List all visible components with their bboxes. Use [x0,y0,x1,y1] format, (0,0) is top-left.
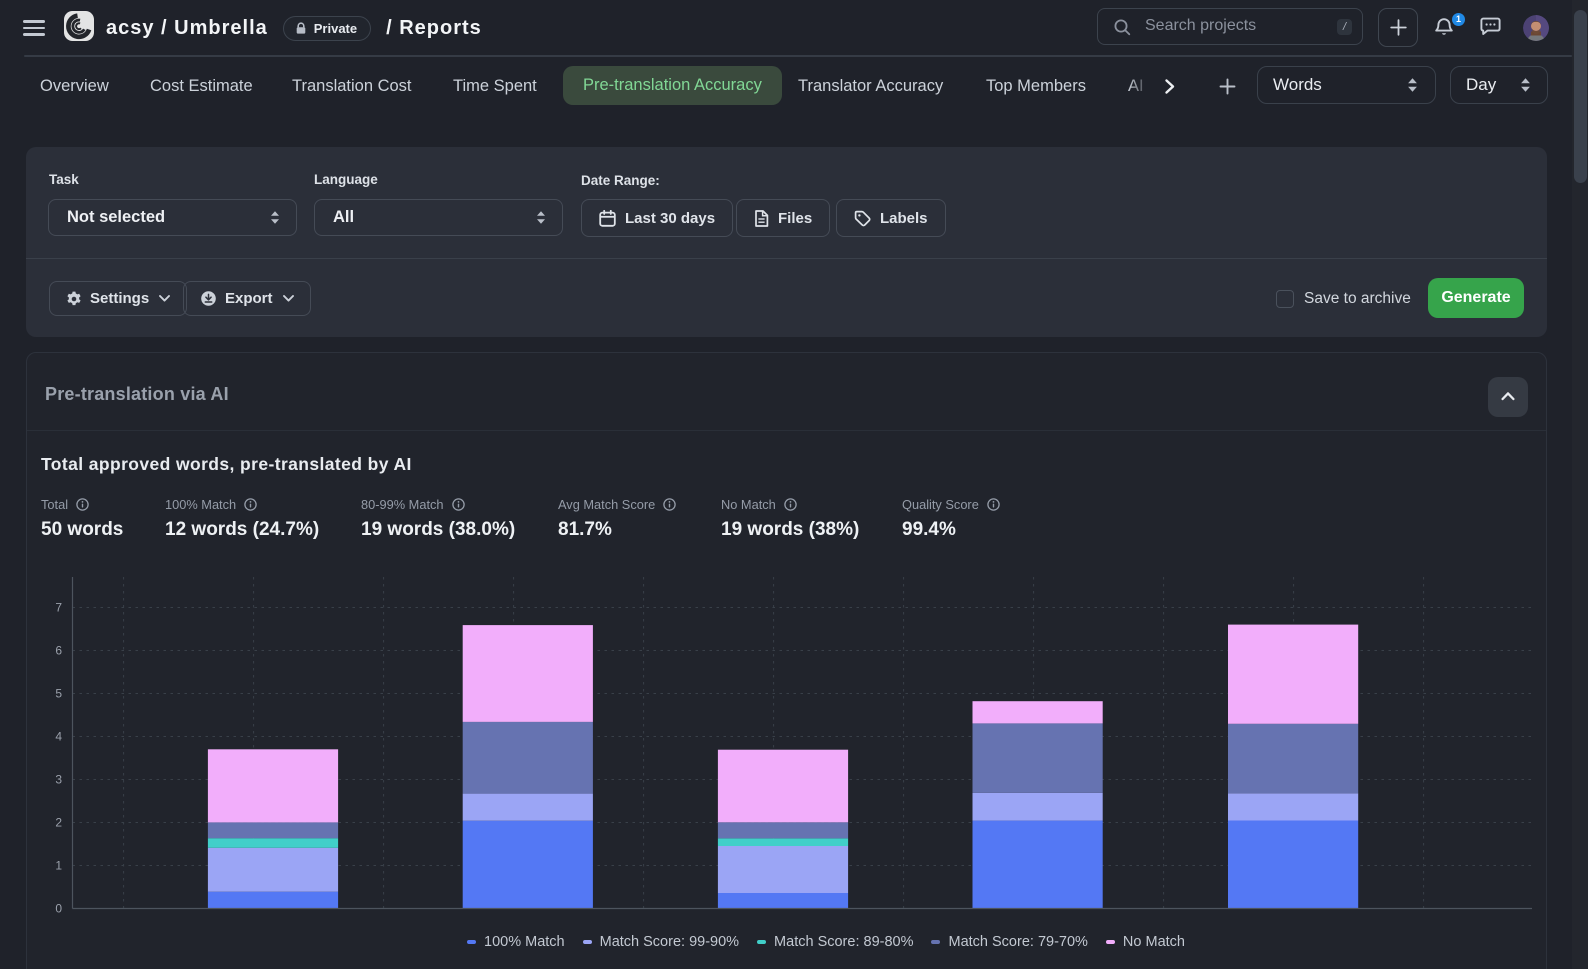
svg-text:4: 4 [55,730,62,744]
svg-text:0: 0 [55,902,62,916]
svg-text:7: 7 [55,601,62,615]
svg-text:6: 6 [55,644,62,658]
svg-text:5: 5 [55,687,62,701]
svg-text:1: 1 [55,859,62,873]
svg-text:2: 2 [55,816,62,830]
svg-text:3: 3 [55,773,62,787]
